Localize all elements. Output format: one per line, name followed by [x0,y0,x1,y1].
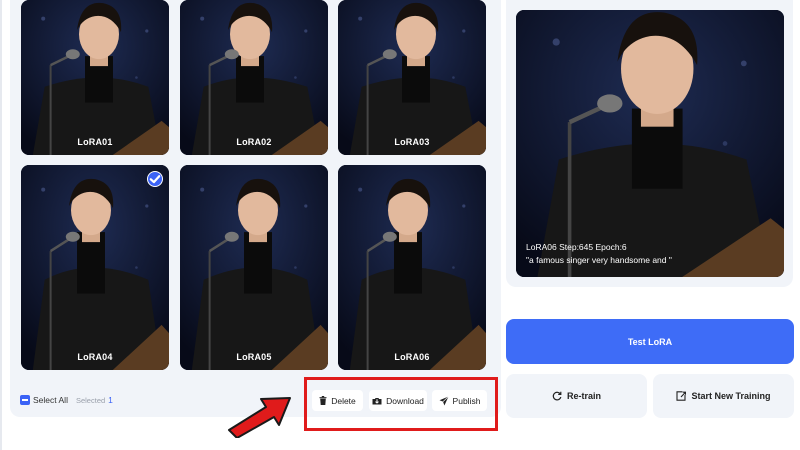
retrain-button[interactable]: Re-train [506,374,647,418]
preview-portrait [516,10,784,277]
portrait-image [338,0,486,155]
lora-thumbnail-3[interactable]: LoRA03 [338,0,486,155]
lora-thumbnail-6[interactable]: LoRA06 [338,165,486,370]
refresh-icon [552,391,562,401]
select-all-row: Select All Selected 1 [20,395,113,405]
lora-thumbnail-1[interactable]: LoRA01 [21,0,169,155]
portrait-image [180,0,328,155]
preview-caption-line1: LoRA06 Step:645 Epoch:6 [526,242,627,252]
preview-caption: LoRA06 Step:645 Epoch:6 "a famous singer… [526,241,672,267]
portrait-image [21,0,169,155]
thumbnail-label: LoRA06 [394,352,430,362]
select-all-label[interactable]: Select All [33,395,68,405]
preview-image[interactable]: LoRA06 Step:645 Epoch:6 "a famous singer… [516,10,784,277]
start-new-training-label: Start New Training [691,391,771,401]
preview-caption-line2: "a famous singer very handsome and " [526,255,672,265]
new-training-icon [676,391,687,401]
selected-label: Selected [75,395,106,405]
portrait-image [21,165,169,370]
portrait-image [338,165,486,370]
retrain-label: Re-train [566,391,601,401]
selected-count: 1 [108,395,113,405]
thumbnail-label: LoRA01 [77,137,113,147]
thumbnail-label: LoRA03 [394,137,430,147]
thumbnail-label: LoRA02 [236,137,272,147]
lora-thumbnail-2[interactable]: LoRA02 [180,0,328,155]
selected-check-icon[interactable] [147,171,163,187]
test-lora-button[interactable]: Test LoRA [506,319,794,364]
lora-thumbnail-4[interactable]: LoRA04 [21,165,169,370]
highlight-box [304,377,498,431]
thumbnail-label: LoRA04 [77,352,113,362]
start-new-training-button[interactable]: Start New Training [653,374,794,418]
portrait-image [180,165,328,370]
thumbnail-label: LoRA05 [236,352,272,362]
select-all-checkbox[interactable] [20,395,30,405]
lora-thumbnail-5[interactable]: LoRA05 [180,165,328,370]
window-edge [0,0,2,450]
arrow-pointer [228,397,291,438]
